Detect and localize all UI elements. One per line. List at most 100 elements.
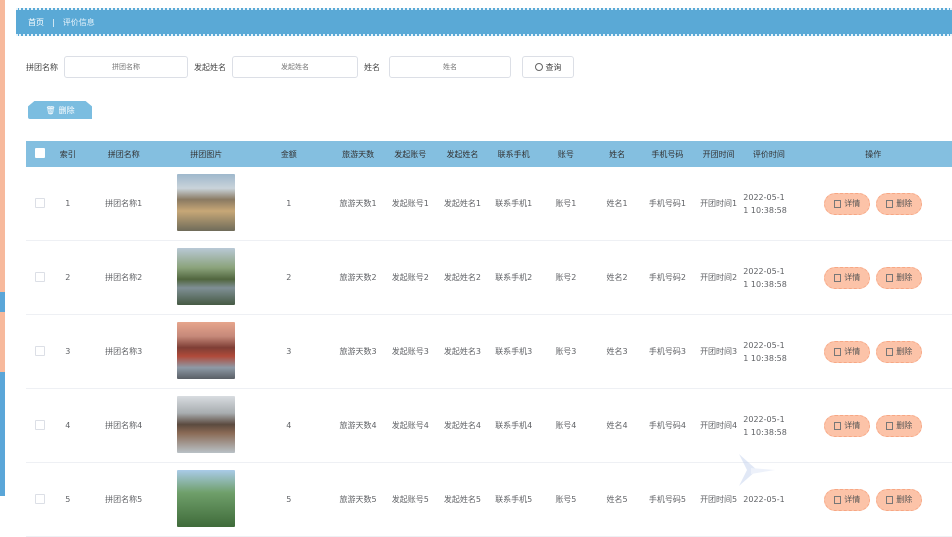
row-checkbox[interactable]: [35, 419, 46, 430]
column-header: 操作: [865, 149, 882, 159]
initiator-name: 发起姓名4: [443, 421, 481, 430]
row-actions: 详情 删除: [795, 488, 952, 511]
sidebar-edge-accent: [0, 292, 5, 312]
name-input[interactable]: [389, 56, 511, 78]
row-actions: 详情 删除: [795, 340, 952, 363]
initiator-account: 发起账号3: [391, 347, 429, 356]
detail-button[interactable]: 详情: [824, 266, 871, 289]
column-header: 账号: [557, 149, 574, 159]
user-account: 账号4: [555, 421, 577, 430]
detail-label: 详情: [844, 199, 861, 208]
delete-button[interactable]: 删除: [876, 340, 923, 363]
delete-button[interactable]: 删除: [876, 266, 923, 289]
delete-button[interactable]: 删除: [876, 414, 923, 437]
row-index: 2: [65, 273, 71, 282]
delete-label: 删除: [896, 421, 913, 430]
detail-button[interactable]: 详情: [824, 192, 871, 215]
trash-icon: [886, 495, 894, 504]
review-time: 2022-05-1 1 10:38:58: [743, 414, 787, 437]
initiator-account: 发起账号4: [391, 421, 429, 430]
select-all-checkbox[interactable]: [35, 148, 46, 158]
initiator-account: 发起账号2: [391, 273, 429, 282]
amount: 5: [286, 495, 292, 504]
review-time: 2022-05-1 1 10:38:58: [743, 266, 787, 289]
sidebar-edge: [0, 0, 5, 496]
row-index: 4: [65, 421, 71, 430]
trash-icon: [886, 199, 894, 208]
data-table: 索引 拼团名称 拼团图片 金额 旅游天数 发起账号 发起姓名 联系手机 账号 姓…: [26, 141, 952, 537]
row-index: 3: [65, 347, 71, 356]
open-time: 开团时间4: [700, 421, 738, 430]
group-image: [177, 396, 236, 453]
table-row: 5 拼团名称5 5 旅游天数5 发起账号5 发起姓名5 联系手机5 账号5 姓名…: [26, 463, 952, 537]
column-header: 索引: [59, 149, 76, 159]
travel-days: 旅游天数2: [339, 273, 377, 282]
row-index: 5: [65, 495, 71, 504]
trash-icon: [886, 421, 894, 430]
search-label-group-name: 拼团名称: [26, 62, 58, 72]
delete-button[interactable]: 删除: [876, 488, 923, 511]
initiator-name: 发起姓名2: [443, 273, 481, 282]
group-image: [177, 322, 236, 379]
review-time: 2022-05-1 1 10:38:58: [743, 340, 787, 363]
batch-delete-label: 删除: [58, 105, 75, 115]
column-header: 开团时间: [702, 149, 735, 159]
amount: 3: [286, 347, 292, 356]
amount: 2: [286, 273, 292, 282]
table-row: 1 拼团名称1 1 旅游天数1 发起账号1 发起姓名1 联系手机1 账号1 姓名…: [26, 167, 952, 241]
trash-icon: [886, 273, 894, 282]
user-name: 姓名3: [606, 347, 628, 356]
delete-label: 删除: [896, 347, 913, 356]
detail-button[interactable]: 详情: [824, 488, 871, 511]
table-body: 1 拼团名称1 1 旅游天数1 发起账号1 发起姓名1 联系手机1 账号1 姓名…: [26, 167, 952, 537]
search-bar: 拼团名称 发起姓名 姓名: [26, 56, 511, 78]
breadcrumb-current: 评价信息: [62, 17, 95, 27]
table-header: 索引 拼团名称 拼团图片 金额 旅游天数 发起账号 发起姓名 联系手机 账号 姓…: [26, 141, 952, 167]
breadcrumb-separator: |: [52, 17, 55, 27]
detail-label: 详情: [844, 347, 861, 356]
delete-button[interactable]: 删除: [876, 192, 923, 215]
user-phone: 手机号码1: [648, 199, 686, 208]
group-name: 拼团名称4: [105, 421, 143, 430]
contact-phone: 联系手机4: [495, 421, 533, 430]
open-time: 开团时间1: [700, 199, 738, 208]
review-time: 2022-05-1 1 10:38:58: [743, 192, 787, 215]
delete-label: 删除: [896, 273, 913, 282]
detail-button[interactable]: 详情: [824, 340, 871, 363]
search-label-initiator-name: 发起姓名: [194, 62, 226, 72]
initiator-account: 发起账号1: [391, 199, 429, 208]
group-image: [177, 174, 236, 231]
group-image: [177, 470, 236, 527]
group-name-input[interactable]: [64, 56, 188, 78]
initiator-name-input[interactable]: [232, 56, 358, 78]
detail-label: 详情: [844, 421, 861, 430]
column-header: 拼团图片: [190, 149, 223, 159]
group-name: 拼团名称3: [105, 347, 143, 356]
row-checkbox[interactable]: [35, 493, 46, 504]
row-checkbox[interactable]: [35, 345, 46, 356]
breadcrumb: 首页 | 评价信息: [16, 8, 952, 36]
column-header: 发起姓名: [446, 149, 479, 159]
row-checkbox[interactable]: [35, 271, 46, 282]
search-icon: [534, 63, 543, 71]
query-button-label: 查询: [545, 62, 562, 72]
breadcrumb-home[interactable]: 首页: [28, 17, 44, 28]
batch-delete-button[interactable]: 🗑 删除: [28, 101, 92, 119]
row-actions: 详情 删除: [795, 266, 952, 289]
group-name: 拼团名称1: [105, 199, 143, 208]
column-header: 手机号码: [651, 149, 684, 159]
row-actions: 详情 删除: [795, 192, 952, 215]
trash-icon: 🗑: [45, 105, 56, 115]
row-actions: 详情 删除: [795, 414, 952, 437]
query-button[interactable]: 查询: [522, 56, 574, 78]
document-icon: [834, 273, 842, 282]
search-label-name: 姓名: [364, 62, 380, 72]
row-checkbox[interactable]: [35, 197, 46, 208]
contact-phone: 联系手机3: [495, 347, 533, 356]
document-icon: [834, 495, 842, 504]
detail-button[interactable]: 详情: [824, 414, 871, 437]
amount: 1: [286, 199, 292, 208]
review-time: 2022-05-1: [743, 495, 785, 504]
open-time: 开团时间3: [700, 347, 738, 356]
detail-label: 详情: [844, 273, 861, 282]
